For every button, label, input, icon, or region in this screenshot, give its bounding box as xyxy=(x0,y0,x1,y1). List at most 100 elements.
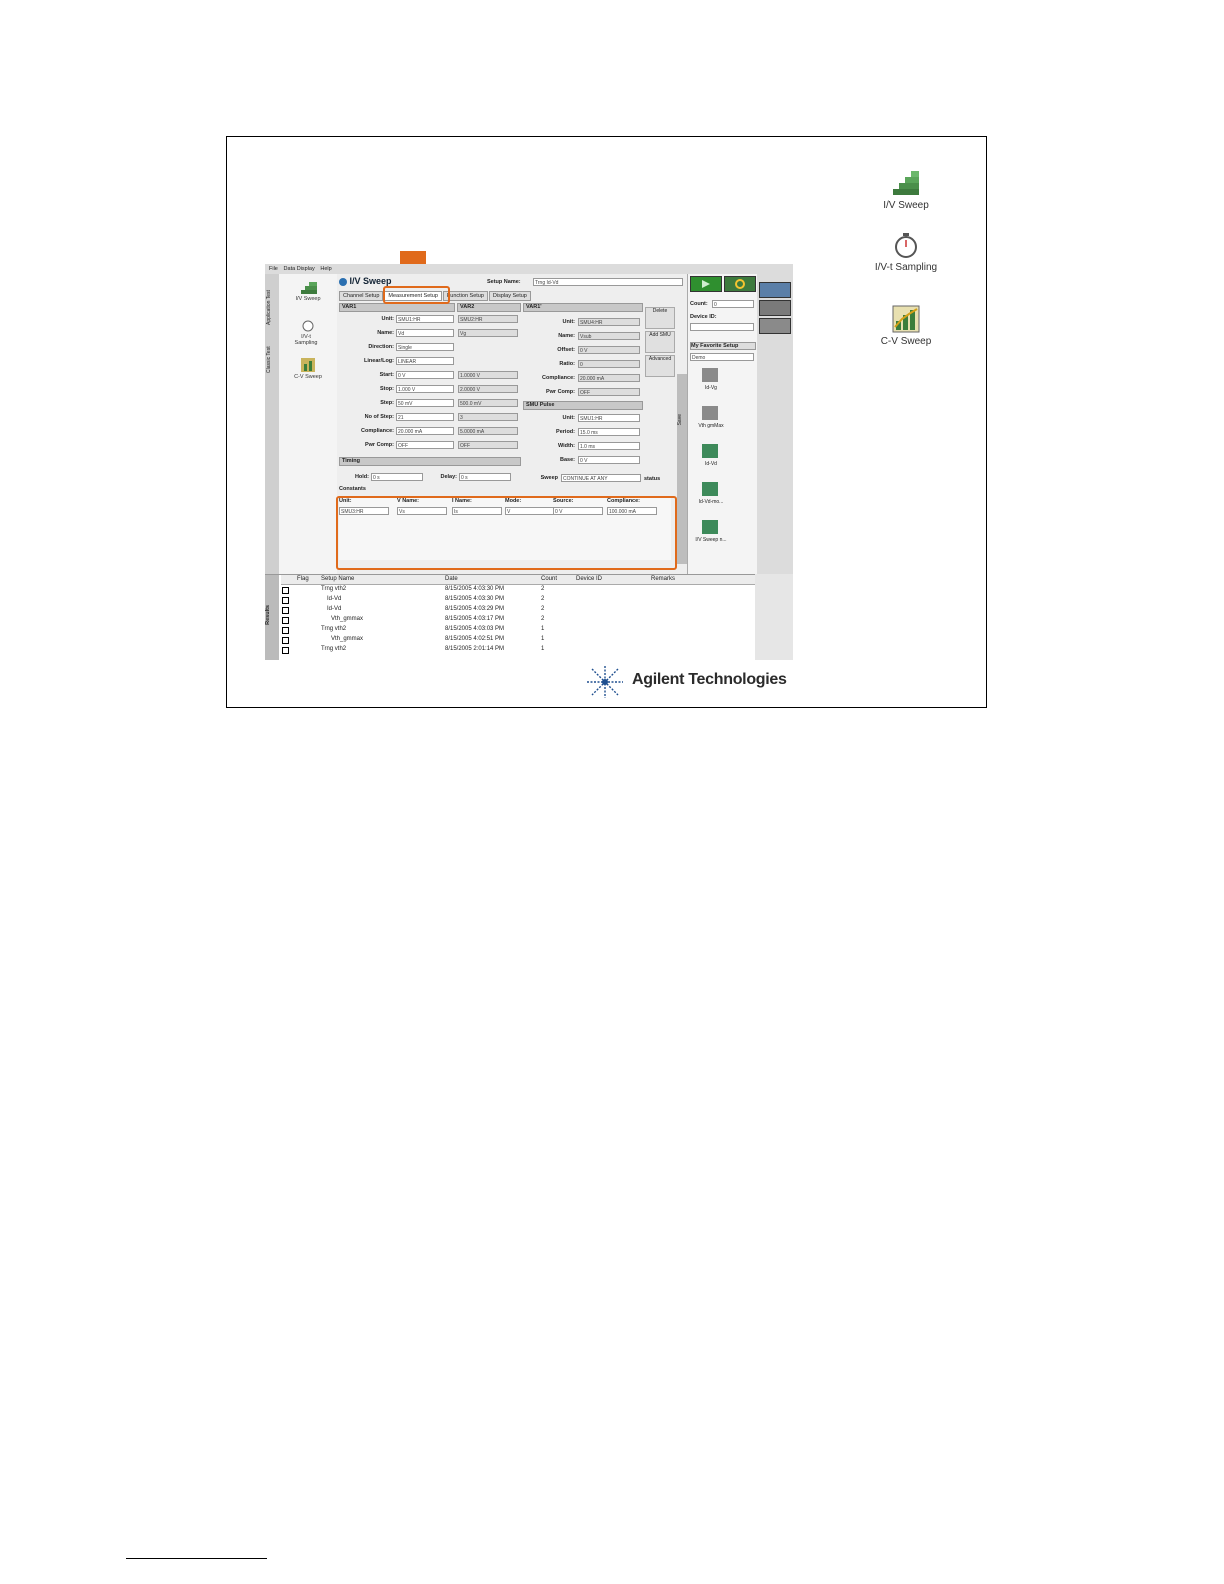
results-side-tab[interactable]: Results xyxy=(265,575,279,660)
staircase-icon[interactable] xyxy=(301,280,317,294)
var1p-field[interactable]: SMU4:HR xyxy=(578,318,640,326)
table-row[interactable]: Trng vth2 8/15/2005 2:01:14 PM 1 xyxy=(281,645,755,655)
delete-button[interactable]: Delete xyxy=(645,307,675,329)
flag-checkbox[interactable] xyxy=(282,637,289,644)
table-row[interactable]: Trng vth2 8/15/2005 4:03:03 PM 1 xyxy=(281,625,755,635)
count-field[interactable]: 0 xyxy=(712,300,754,308)
measurement-setup-highlight xyxy=(383,286,450,304)
flag-checkbox[interactable] xyxy=(282,617,289,624)
desktop-icon-label[interactable]: I/V-t Sampling xyxy=(870,262,942,273)
cv-chart-icon[interactable] xyxy=(301,358,315,372)
var1-field[interactable]: 1.000 V xyxy=(396,385,454,393)
stopwatch-icon[interactable] xyxy=(893,232,919,260)
table-row[interactable]: Id-Vd 8/15/2005 4:03:29 PM 2 xyxy=(281,605,755,615)
menu-file[interactable]: File xyxy=(269,266,278,272)
favorite-setup-label[interactable]: Id-Vd-mo... xyxy=(692,499,730,505)
col-count[interactable]: Count xyxy=(541,576,557,582)
favorite-setup-icon[interactable] xyxy=(702,482,718,496)
favorites-label[interactable]: My Favorite Setup xyxy=(690,342,756,350)
favorite-setup-icon[interactable] xyxy=(702,520,718,534)
favorite-setup-label[interactable]: Id-Vg xyxy=(692,385,730,391)
var1-field[interactable]: Vd xyxy=(396,329,454,337)
smu-pulse-field[interactable]: SMU1:HR xyxy=(578,414,640,422)
graph-view-button[interactable] xyxy=(759,300,791,316)
cell-count: 2 xyxy=(541,606,545,612)
favorite-setup-icon[interactable] xyxy=(702,368,718,382)
flag-checkbox[interactable] xyxy=(282,647,289,654)
table-row[interactable]: Id-Vd 8/15/2005 4:03:30 PM 2 xyxy=(281,595,755,605)
tab-display-setup[interactable]: Display Setup xyxy=(488,291,531,301)
hold-field[interactable]: 0 s xyxy=(371,473,423,481)
var1-field[interactable]: 50 mV xyxy=(396,399,454,407)
flag-checkbox[interactable] xyxy=(282,607,289,614)
var2-field[interactable]: 1.0000 V xyxy=(458,371,518,379)
var1p-field[interactable]: 0 V xyxy=(578,346,640,354)
table-row[interactable]: Vth_gmmax 8/15/2005 4:03:17 PM 2 xyxy=(281,615,755,625)
list-view-button[interactable] xyxy=(759,318,791,334)
favorite-setup-icon[interactable] xyxy=(702,406,718,420)
run-button[interactable] xyxy=(690,276,722,292)
timing-header: Timing xyxy=(339,457,521,466)
favorite-setup-label[interactable]: Id-Vd xyxy=(692,461,730,467)
var1p-field[interactable]: OFF xyxy=(578,388,640,396)
var1p-field[interactable]: Vsub xyxy=(578,332,640,340)
var1-field[interactable]: 0 V xyxy=(396,371,454,379)
tab-classic-test[interactable]: Classic Test xyxy=(266,340,278,380)
var2-field[interactable]: 3 xyxy=(458,413,518,421)
var1-field[interactable]: 21 xyxy=(396,413,454,421)
var2-field[interactable]: 2.0000 V xyxy=(458,385,518,393)
favorite-setup-label[interactable]: Vth gmMax xyxy=(692,423,730,429)
left-item-ivt-sampling[interactable]: I/V-t Sampling xyxy=(291,334,321,346)
left-item-iv-sweep[interactable]: I/V Sweep xyxy=(279,296,337,302)
col-setup-name[interactable]: Setup Name xyxy=(321,576,354,582)
flag-checkbox[interactable] xyxy=(282,597,289,604)
tab-application-test[interactable]: Application Test xyxy=(266,278,278,338)
desktop-icon-label[interactable]: I/V Sweep xyxy=(870,200,942,211)
smu-pulse-field[interactable]: 0 V xyxy=(578,456,640,464)
sweep-select[interactable]: CONTINUE AT ANY xyxy=(561,474,641,482)
delay-field[interactable]: 0 s xyxy=(459,473,511,481)
var2-field[interactable]: 500.0 mV xyxy=(458,399,518,407)
menu-data-display[interactable]: Data Display xyxy=(284,266,315,272)
tab-channel-setup[interactable]: Channel Setup xyxy=(339,291,384,301)
save-side-tab[interactable]: Save xyxy=(677,374,687,564)
favorite-setup-label[interactable]: I/V Sweep n... xyxy=(692,537,730,543)
var1-field[interactable]: LINEAR xyxy=(396,357,454,365)
cv-chart-icon[interactable] xyxy=(892,305,920,333)
table-row[interactable]: Vth_gmmax 8/15/2005 4:02:51 PM 1 xyxy=(281,635,755,645)
add-smu-button[interactable]: Add SMU xyxy=(645,331,675,353)
col-flag[interactable]: Flag xyxy=(297,576,309,582)
stopwatch-icon[interactable] xyxy=(301,318,315,332)
col-date[interactable]: Date xyxy=(445,576,458,582)
favorites-select[interactable]: Demo xyxy=(690,353,754,361)
desktop-icon-label[interactable]: C-V Sweep xyxy=(870,336,942,347)
flag-checkbox[interactable] xyxy=(282,627,289,634)
app-window: File Data Display Help Application Test … xyxy=(265,264,793,660)
col-remarks[interactable]: Remarks xyxy=(651,576,675,582)
left-item-cv-sweep[interactable]: C-V Sweep xyxy=(279,374,337,380)
var1-field[interactable]: 20.000 mA xyxy=(396,427,454,435)
device-id-field[interactable] xyxy=(690,323,754,331)
smu-pulse-field[interactable]: 15.0 ms xyxy=(578,428,640,436)
cell-name: Trng vth2 xyxy=(321,586,347,592)
table-row[interactable]: Trng vth2 8/15/2005 4:03:30 PM 2 xyxy=(281,585,755,595)
var2-field[interactable]: 5.0000 mA xyxy=(458,427,518,435)
var1p-field[interactable]: 20.000 mA xyxy=(578,374,640,382)
favorite-setup-icon[interactable] xyxy=(702,444,718,458)
var1p-field[interactable]: 0 xyxy=(578,360,640,368)
var1-field[interactable]: Single xyxy=(396,343,454,351)
menu-help[interactable]: Help xyxy=(320,266,331,272)
repeat-button[interactable] xyxy=(724,276,756,292)
var1-field[interactable]: SMU1:HR xyxy=(396,315,454,323)
var2-field[interactable]: Vg xyxy=(458,329,518,337)
staircase-icon[interactable] xyxy=(891,169,921,197)
col-device-id[interactable]: Device ID xyxy=(576,576,602,582)
flag-checkbox[interactable] xyxy=(282,587,289,594)
var2-field[interactable]: OFF xyxy=(458,441,518,449)
setup-name-field[interactable]: Trng Id-Vd xyxy=(533,278,683,286)
window-view-button[interactable] xyxy=(759,282,791,298)
var2-field[interactable]: SMU2:HR xyxy=(458,315,518,323)
advanced-button[interactable]: Advanced xyxy=(645,355,675,377)
smu-pulse-field[interactable]: 1.0 ms xyxy=(578,442,640,450)
var1-field[interactable]: OFF xyxy=(396,441,454,449)
